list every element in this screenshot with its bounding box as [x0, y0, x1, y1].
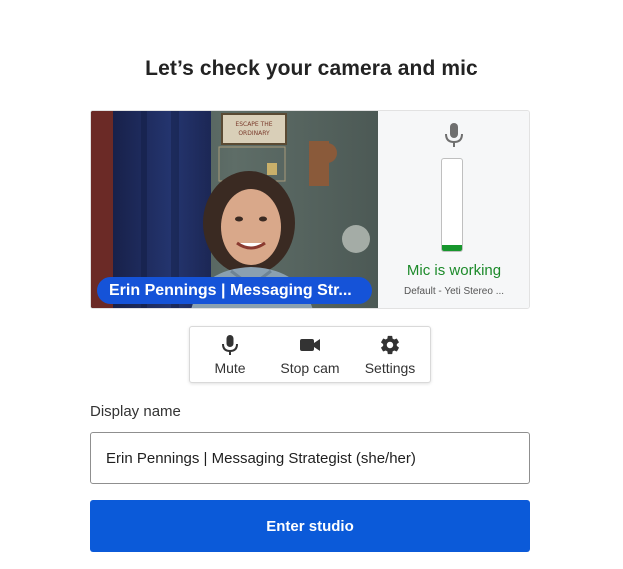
- settings-button[interactable]: Settings: [350, 327, 430, 382]
- mic-level-fill: [442, 244, 462, 251]
- page-title: Let’s check your camera and mic: [145, 57, 478, 80]
- display-name-label: Display name: [90, 403, 181, 420]
- mic-status-text: Mic is working: [406, 262, 502, 279]
- media-controls: Mute Stop cam Settings: [189, 326, 431, 383]
- poster-text: ESCAPE THE: [235, 121, 272, 128]
- mute-label: Mute: [214, 360, 246, 376]
- camera-preview: ESCAPE THE ORDINARY Erin Pennings | Mess…: [91, 111, 378, 308]
- microphone-icon: [442, 121, 466, 149]
- participant-name-chip: Erin Pennings | Messaging Str...: [97, 277, 372, 304]
- settings-label: Settings: [364, 360, 416, 376]
- mic-level-meter: [441, 158, 463, 252]
- display-name-input[interactable]: [90, 432, 530, 484]
- enter-studio-button[interactable]: Enter studio: [90, 500, 530, 552]
- svg-text:ORDINARY: ORDINARY: [238, 130, 270, 137]
- av-preview: ESCAPE THE ORDINARY Erin Pennings | Mess…: [90, 110, 530, 309]
- mute-button[interactable]: Mute: [190, 327, 270, 382]
- stop-cam-label: Stop cam: [280, 360, 340, 376]
- mic-device-name: Default - Yeti Stereo ...: [403, 286, 505, 297]
- camera-icon: [298, 334, 322, 356]
- mic-check-panel: Mic is working Default - Yeti Stereo ...: [378, 111, 529, 308]
- gear-icon: [378, 334, 402, 356]
- microphone-icon: [218, 334, 242, 356]
- stop-cam-button[interactable]: Stop cam: [270, 327, 350, 382]
